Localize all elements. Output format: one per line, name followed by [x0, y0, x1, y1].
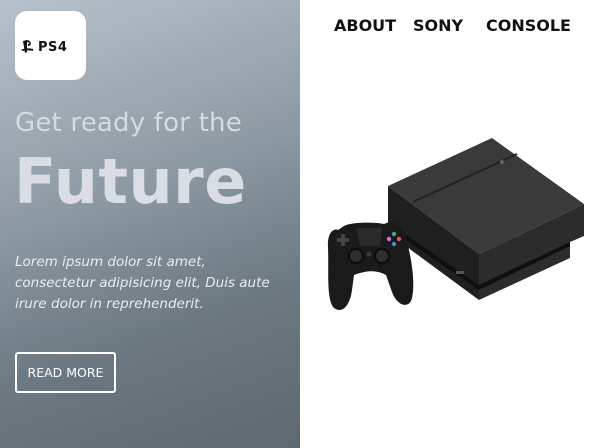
dualshock-controller: [327, 222, 414, 310]
ps4-console-with-controller-image: [327, 138, 584, 310]
hero-panel: PS4 Get ready for the Future Lorem ipsum…: [0, 0, 300, 448]
hero-body-text: Lorem ipsum dolor sit amet, consectetur …: [15, 254, 270, 312]
hero-tagline: Get ready for the: [15, 108, 242, 138]
playstation-logo-icon: PS4: [20, 39, 67, 55]
nav-link-console[interactable]: CONSOLE: [486, 16, 571, 35]
brand-logo[interactable]: PS4: [15, 11, 86, 80]
read-more-button[interactable]: READ MORE: [15, 352, 116, 393]
logo-text: PS4: [38, 40, 67, 55]
nav-link-about[interactable]: ABOUT: [334, 16, 396, 35]
nav-link-sony[interactable]: SONY: [413, 16, 463, 35]
hero-headline: Future: [14, 145, 247, 218]
